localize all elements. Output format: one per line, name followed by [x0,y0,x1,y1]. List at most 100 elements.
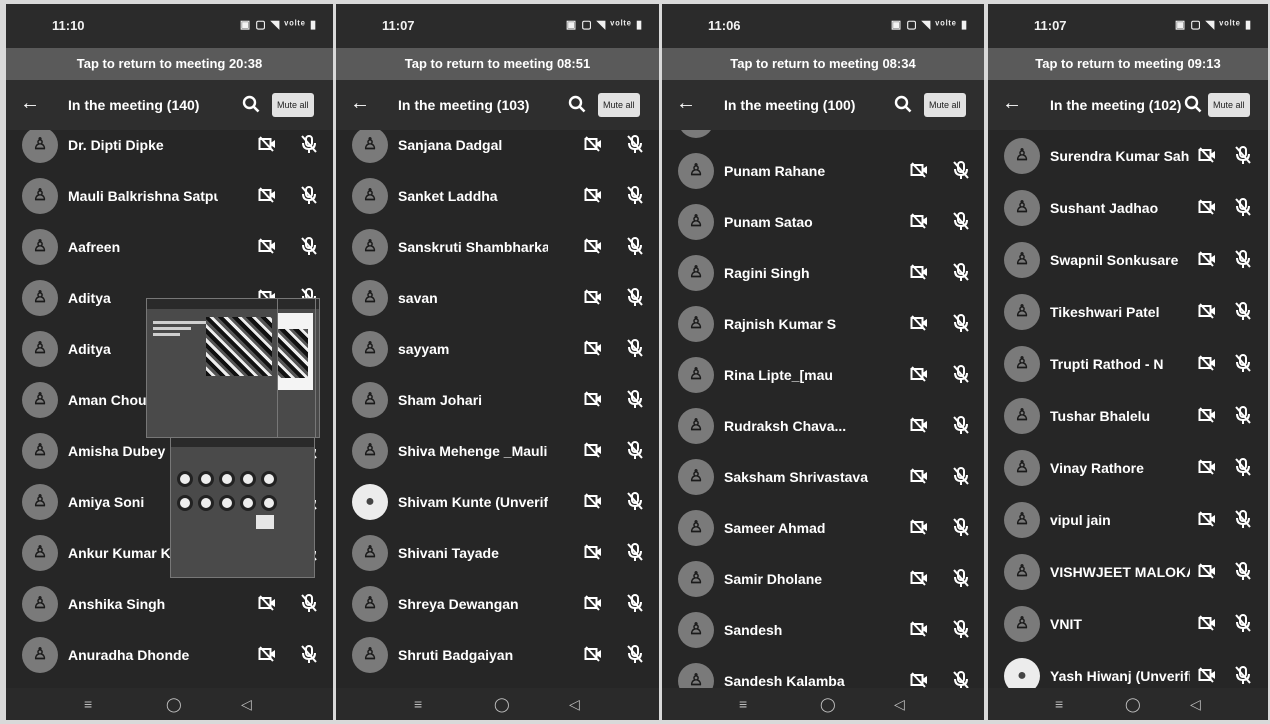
video-off-icon[interactable] [910,315,928,331]
mic-off-icon[interactable] [626,542,644,562]
mute-all-button[interactable]: Mute all [924,93,966,117]
mic-off-icon[interactable] [626,593,644,613]
participant-row[interactable]: ♙ Sushant Jadhao [988,182,1268,233]
arrow-left-icon[interactable]: ← [1002,92,1022,114]
participant-row[interactable]: ♙ Dr. Dipti Dipke [6,130,333,170]
mic-off-icon[interactable] [626,287,644,307]
participant-list[interactable]: ♙ Surendra Kumar Sahu ♙ Sushant Jadhao ♙… [988,130,1268,688]
participant-row[interactable]: ♙ Punam Satao [662,196,984,247]
participant-row[interactable]: ● Shivam Kunte (Unverifi... [336,476,659,527]
search-icon[interactable] [1184,95,1202,113]
participant-row[interactable]: ● Yash Hiwanj (Unverified) [988,650,1268,688]
mute-all-button[interactable]: Mute all [1208,93,1250,117]
arrow-left-icon[interactable]: ← [676,92,696,114]
participant-row[interactable]: ♙ Sandesh Kalamba [662,655,984,688]
recents-icon[interactable]: ≡ [739,696,747,712]
participant-row[interactable]: ♙ Trupti Rathod - N [988,338,1268,389]
participant-row[interactable]: ♙ Surendra Kumar Sahu [988,130,1268,181]
video-off-icon[interactable] [1198,667,1216,683]
participant-row[interactable]: ♙ Vinay Rathore [988,442,1268,493]
participant-row[interactable]: ♙ VISHWJEET MALOKAR [988,546,1268,597]
participant-row[interactable]: ♙ Aafreen [6,221,333,272]
mic-off-icon[interactable] [300,593,318,613]
mic-off-icon[interactable] [1234,457,1252,477]
video-off-icon[interactable] [584,289,602,305]
participant-row[interactable]: ♙ Sham Johari [336,374,659,425]
video-off-icon[interactable] [584,442,602,458]
mic-off-icon[interactable] [626,644,644,664]
participant-row[interactable]: ♙ Sandesh [662,604,984,655]
back-nav-icon[interactable]: ◁ [241,696,252,713]
mute-all-button[interactable]: Mute all [598,93,640,117]
participant-row[interactable]: ♙ VNIT [988,598,1268,649]
home-icon[interactable]: ◯ [494,696,510,713]
participant-row[interactable]: ♙ Sanket Laddha [336,170,659,221]
mic-off-icon[interactable] [952,262,970,282]
recents-icon[interactable]: ≡ [1055,696,1063,712]
mic-off-icon[interactable] [952,568,970,588]
video-off-icon[interactable] [1198,303,1216,319]
video-off-icon[interactable] [910,468,928,484]
mic-off-icon[interactable] [952,160,970,180]
back-nav-icon[interactable]: ◁ [1190,696,1201,713]
video-off-icon[interactable] [910,417,928,433]
participant-list[interactable]: ♙ praveen mishra ♙ Punam Rahane [662,130,984,688]
mic-off-icon[interactable] [626,236,644,256]
mic-off-icon[interactable] [626,338,644,358]
return-to-meeting-bar[interactable]: Tap to return to meeting 08:34 [662,48,984,80]
video-off-icon[interactable] [1198,511,1216,527]
video-off-icon[interactable] [584,391,602,407]
video-off-icon[interactable] [1198,251,1216,267]
search-icon[interactable] [894,95,912,113]
video-off-icon[interactable] [584,187,602,203]
video-off-icon[interactable] [910,570,928,586]
mic-off-icon[interactable] [300,134,318,154]
participant-row[interactable]: ♙ Sameer Ahmad [662,502,984,553]
search-icon[interactable] [568,95,586,113]
participant-row[interactable]: ♙ Rina Lipte_[mau [662,349,984,400]
mic-off-icon[interactable] [1234,145,1252,165]
mic-off-icon[interactable] [1234,197,1252,217]
participant-row[interactable]: ♙ Anuradha Dhonde [6,629,333,680]
video-off-icon[interactable] [584,544,602,560]
mic-off-icon[interactable] [1234,353,1252,373]
video-off-icon[interactable] [910,162,928,178]
participant-row[interactable]: ♙ Shiva Mehenge _Mauli ... [336,425,659,476]
video-off-icon[interactable] [258,187,276,203]
recents-icon[interactable]: ≡ [84,696,92,712]
video-off-icon[interactable] [1198,459,1216,475]
participant-row[interactable]: ♙ Mauli Balkrishna Satpu... [6,170,333,221]
mic-off-icon[interactable] [626,491,644,511]
video-off-icon[interactable] [1198,199,1216,215]
home-icon[interactable]: ◯ [166,696,182,713]
mic-off-icon[interactable] [1234,405,1252,425]
video-off-icon[interactable] [258,238,276,254]
mic-off-icon[interactable] [952,517,970,537]
mic-off-icon[interactable] [952,211,970,231]
video-off-icon[interactable] [910,621,928,637]
return-to-meeting-bar[interactable]: Tap to return to meeting 09:13 [988,48,1268,80]
video-off-icon[interactable] [1198,355,1216,371]
back-nav-icon[interactable]: ◁ [894,696,905,713]
participant-row[interactable]: ♙ Saksham Shrivastava [662,451,984,502]
participant-row[interactable]: ♙ Sanskruti Shambharkar [336,221,659,272]
video-off-icon[interactable] [258,595,276,611]
screen-share-thumbnail[interactable] [146,298,278,438]
video-off-icon[interactable] [1198,147,1216,163]
mic-off-icon[interactable] [952,364,970,384]
participant-row[interactable]: ♙ Rudraksh Chava... [662,400,984,451]
arrow-left-icon[interactable]: ← [350,92,370,114]
video-off-icon[interactable] [910,519,928,535]
screen-share-thumbnail[interactable] [170,436,315,578]
mic-off-icon[interactable] [300,185,318,205]
video-off-icon[interactable] [910,264,928,280]
participant-row[interactable]: ♙ vipul jain [988,494,1268,545]
mic-off-icon[interactable] [626,185,644,205]
video-off-icon[interactable] [584,238,602,254]
video-off-icon[interactable] [258,136,276,152]
mute-all-button[interactable]: Mute all [272,93,314,117]
participant-row[interactable]: ♙ Shivani Tayade [336,527,659,578]
mic-off-icon[interactable] [626,389,644,409]
search-icon[interactable] [242,95,260,113]
mic-off-icon[interactable] [952,619,970,639]
